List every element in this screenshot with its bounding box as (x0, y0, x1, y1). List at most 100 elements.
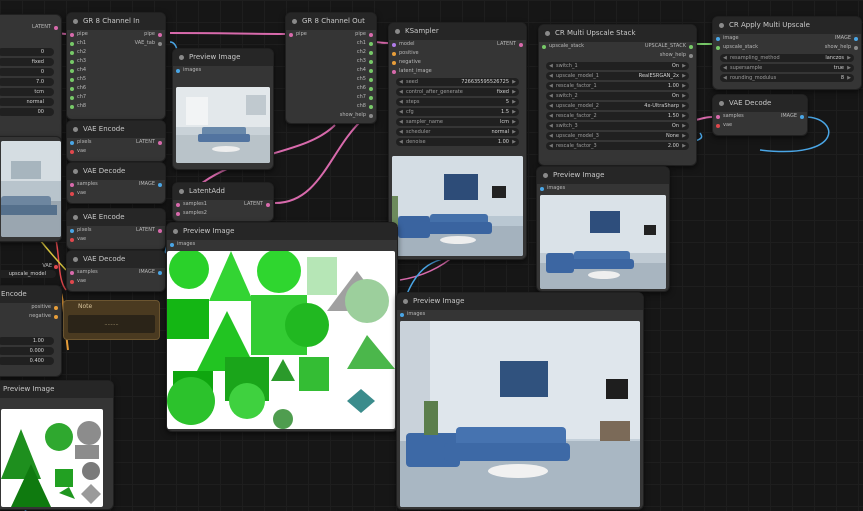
upscale-model-3-widget[interactable]: ◀ upscale_model_3 None ▶ (546, 132, 689, 140)
gr-8-channel-out-node[interactable]: GR 8 Channel Out pipe pipe ch1 ch2 ch3 ch… (285, 12, 377, 124)
image-input-pin[interactable] (716, 36, 720, 41)
left-vae-pin[interactable] (54, 264, 58, 269)
collapse-dot-icon[interactable] (292, 19, 297, 24)
samples-input-pin[interactable] (70, 270, 74, 275)
left-widget-scheduler[interactable]: normal (0, 98, 54, 106)
latent-output-pin[interactable] (158, 140, 162, 145)
pixels-input-pin[interactable] (70, 228, 74, 233)
decrement-arrow-icon[interactable]: ◀ (399, 128, 403, 136)
cond-widget-3[interactable]: 0.400 (0, 357, 54, 365)
ch6-output-pin[interactable] (369, 86, 373, 91)
collapse-dot-icon[interactable] (73, 257, 78, 262)
ch5-output-pin[interactable] (369, 77, 373, 82)
decrement-arrow-icon[interactable]: ◀ (549, 82, 553, 90)
ch8-output-pin[interactable] (369, 104, 373, 109)
ch5-input-pin[interactable] (70, 77, 74, 82)
left-preview-image-node[interactable]: Preview Image (0, 380, 114, 510)
note-node[interactable]: Note ......... (63, 300, 160, 340)
steps-widget[interactable]: ◀ steps 5 ▶ (396, 98, 519, 106)
cr-apply-multi-upscale-node[interactable]: CR Apply Multi Upscale image IMAGE upscal… (712, 16, 862, 90)
preview-image-upscale-node[interactable]: Preview Image images (536, 166, 670, 292)
increment-arrow-icon[interactable]: ▶ (682, 102, 686, 110)
note-text[interactable]: ......... (68, 315, 155, 333)
vae-decode-node-2[interactable]: VAE Decode samples IMAGE vae (66, 250, 166, 292)
collapse-dot-icon[interactable] (73, 127, 78, 132)
upscale-model-2-widget[interactable]: ◀ upscale_model_2 4x-UltraSharp ▶ (546, 102, 689, 110)
decrement-arrow-icon[interactable]: ◀ (399, 118, 403, 126)
cond-widget-1[interactable]: 1.00 (0, 337, 54, 345)
increment-arrow-icon[interactable]: ▶ (682, 72, 686, 80)
preview-image-node-1[interactable]: Preview Image images (172, 48, 274, 170)
samples-input-pin[interactable] (716, 114, 720, 119)
rescale-factor-3-widget[interactable]: ◀ rescale_factor_3 2.00 ▶ (546, 142, 689, 150)
ch2-input-pin[interactable] (70, 50, 74, 55)
conditioning-node[interactable]: Encode positive negative 1.00 0.000 0.40… (0, 285, 62, 377)
vae-input-pin[interactable] (70, 149, 74, 154)
collapse-dot-icon[interactable] (545, 31, 550, 36)
increment-arrow-icon[interactable]: ▶ (682, 92, 686, 100)
ch4-output-pin[interactable] (369, 68, 373, 73)
vae-encode-node-1[interactable]: VAE Encode pixels LATENT vae (66, 120, 166, 162)
decrement-arrow-icon[interactable]: ◀ (723, 74, 727, 82)
switch-3-widget[interactable]: ◀ switch_3 On ▶ (546, 122, 689, 130)
pipe-output-pin[interactable] (158, 32, 162, 37)
ksampler-node[interactable]: KSampler model LATENT positive negative l… (388, 22, 527, 260)
ch7-output-pin[interactable] (369, 95, 373, 100)
sampler-name-widget[interactable]: ◀ sampler_name lcm ▶ (396, 118, 519, 126)
node-graph-canvas[interactable]: LATENT 0 fixed 0 7.0 tcm normal 00 VAE u… (0, 0, 863, 511)
ch2-output-pin[interactable] (369, 50, 373, 55)
collapse-dot-icon[interactable] (543, 173, 548, 178)
preview-image-shapes-node[interactable]: Preview Image images (166, 222, 398, 432)
decrement-arrow-icon[interactable]: ◀ (549, 102, 553, 110)
vae-input-pin[interactable] (70, 237, 74, 242)
decrement-arrow-icon[interactable]: ◀ (549, 72, 553, 80)
collapse-dot-icon[interactable] (173, 229, 178, 234)
rescale-factor-2-widget[interactable]: ◀ rescale_factor_2 1.50 ▶ (546, 112, 689, 120)
decrement-arrow-icon[interactable]: ◀ (549, 92, 553, 100)
gr-8-channel-in-node[interactable]: GR 8 Channel In pipe pipe ch1 VAE_tab ch2 … (66, 12, 166, 120)
decrement-arrow-icon[interactable]: ◀ (549, 132, 553, 140)
ch1-output-pin[interactable] (369, 41, 373, 46)
samples-input-pin[interactable] (70, 182, 74, 187)
samples1-input-pin[interactable] (176, 202, 180, 207)
collapse-dot-icon[interactable] (403, 299, 408, 304)
latent-add-node[interactable]: LatentAdd samples1 LATENT samples2 (172, 182, 274, 222)
left-upscale-model-widget[interactable]: upscale_model (0, 270, 56, 278)
latent-output-pin[interactable] (266, 202, 270, 207)
scheduler-widget[interactable]: ◀ scheduler normal ▶ (396, 128, 519, 136)
decrement-arrow-icon[interactable]: ◀ (549, 142, 553, 150)
decrement-arrow-icon[interactable]: ◀ (549, 122, 553, 130)
increment-arrow-icon[interactable]: ▶ (512, 98, 516, 106)
ch1-input-pin[interactable] (70, 41, 74, 46)
collapse-dot-icon[interactable] (73, 19, 78, 24)
ch6-input-pin[interactable] (70, 86, 74, 91)
left-partial-node[interactable]: LATENT 0 fixed 0 7.0 tcm normal 00 (0, 14, 62, 144)
left-widget-denoise[interactable]: 00 (0, 108, 54, 116)
resampling-method-widget[interactable]: ◀ resampling_method lanczos ▶ (720, 54, 854, 62)
denoise-widget[interactable]: ◀ denoise 1.00 ▶ (396, 138, 519, 146)
images-input-pin[interactable] (176, 68, 180, 73)
decrement-arrow-icon[interactable]: ◀ (399, 98, 403, 106)
pixels-input-pin[interactable] (70, 140, 74, 145)
decrement-arrow-icon[interactable]: ◀ (399, 88, 403, 96)
left-widget-control[interactable]: fixed (0, 58, 54, 66)
vae-input-pin[interactable] (716, 123, 720, 128)
collapse-dot-icon[interactable] (73, 215, 78, 220)
increment-arrow-icon[interactable]: ▶ (682, 62, 686, 70)
increment-arrow-icon[interactable]: ▶ (512, 88, 516, 96)
rounding-modulus-widget[interactable]: ◀ rounding_modulus 8 ▶ (720, 74, 854, 82)
pipe-input-pin[interactable] (289, 32, 293, 37)
left-widget-cfg[interactable]: 7.0 (0, 78, 54, 86)
pipe-input-pin[interactable] (70, 32, 74, 37)
upscale-stack-input-pin[interactable] (716, 45, 720, 50)
decrement-arrow-icon[interactable]: ◀ (399, 108, 403, 116)
vae-decode-node-right[interactable]: VAE Decode samples IMAGE vae (712, 94, 808, 136)
decrement-arrow-icon[interactable]: ◀ (723, 64, 727, 72)
show-help-output-pin[interactable] (689, 53, 693, 58)
image-output-pin[interactable] (854, 36, 858, 41)
upscale-stack-input-pin[interactable] (542, 44, 546, 49)
show-help-output-pin[interactable] (369, 113, 373, 118)
control-after-generate-widget[interactable]: ◀ control_after_generate fixed ▶ (396, 88, 519, 96)
positive-output-pin[interactable] (54, 305, 58, 310)
increment-arrow-icon[interactable]: ▶ (682, 132, 686, 140)
